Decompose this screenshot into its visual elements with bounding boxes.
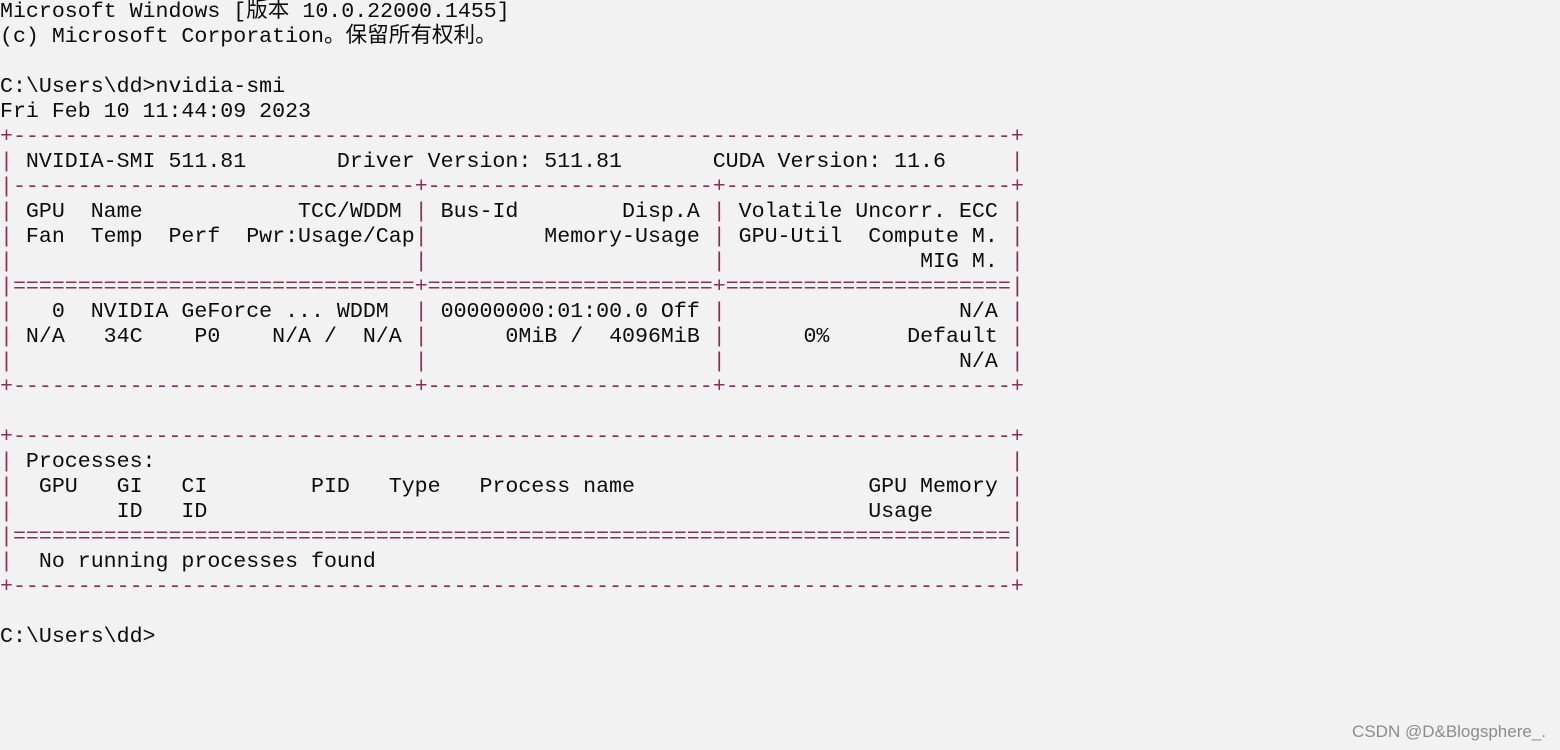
terminal-line: | | | N/A | [0, 350, 1024, 374]
terminal-line: (c) Microsoft Corporation。保留所有权利。 [0, 25, 497, 49]
terminal-line: | NVIDIA-SMI 511.81 Driver Version: 511.… [0, 150, 1024, 174]
terminal-line: | ID ID Usage | [0, 500, 1024, 524]
terminal-line: | Processes: | [0, 450, 1024, 474]
terminal-line: Fri Feb 10 11:44:09 2023 [0, 100, 312, 124]
terminal-line: |===============================+=======… [0, 275, 1024, 299]
watermark: CSDN @D&Blogsphere_. [1352, 722, 1546, 741]
terminal-line: | N/A 34C P0 N/A / N/A | 0MiB / 4096MiB … [0, 325, 1024, 349]
terminal-line: | No running processes found | [0, 550, 1024, 574]
terminal-output[interactable]: Microsoft Windows [版本 10.0.22000.1455] (c… [0, 0, 1024, 650]
terminal-line: | 0 NVIDIA GeForce ... WDDM | 00000000:0… [0, 300, 1024, 324]
terminal-line: +---------------------------------------… [0, 575, 1024, 599]
terminal-line: | | | MIG M. | [0, 250, 1024, 274]
terminal-line: |-------------------------------+-------… [0, 175, 1024, 199]
terminal-line: Microsoft Windows [版本 10.0.22000.1455] [0, 0, 510, 24]
terminal-line: |=======================================… [0, 525, 1024, 549]
terminal-line: | GPU GI CI PID Type Process name GPU Me… [0, 475, 1024, 499]
terminal-line: +---------------------------------------… [0, 425, 1024, 449]
command-prompt: C:\Users\dd> [0, 625, 156, 649]
terminal-line: +---------------------------------------… [0, 125, 1024, 149]
terminal-line: C:\Users\dd>nvidia-smi [0, 75, 286, 99]
terminal-line: | GPU Name TCC/WDDM | Bus-Id Disp.A | Vo… [0, 200, 1024, 224]
terminal-line: +-------------------------------+-------… [0, 375, 1024, 399]
terminal-line: | Fan Temp Perf Pwr:Usage/Cap| Memory-Us… [0, 225, 1024, 249]
